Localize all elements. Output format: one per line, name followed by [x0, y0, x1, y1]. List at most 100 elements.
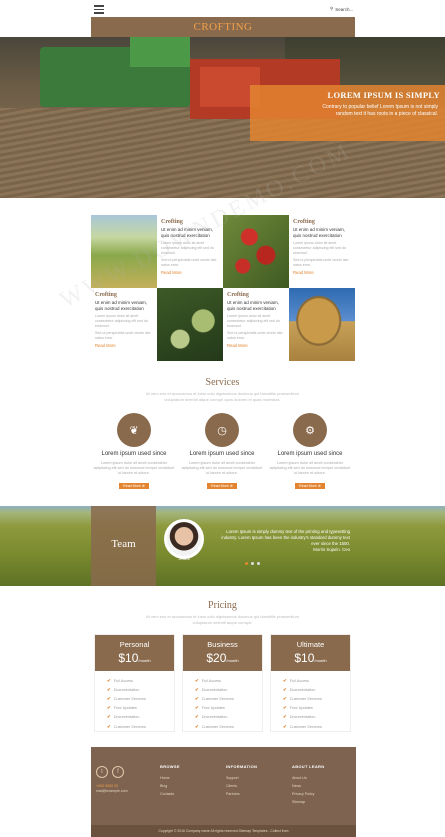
check-icon: ✔ — [283, 723, 287, 729]
search-field[interactable]: ⚲ Search... — [330, 4, 360, 14]
check-icon: ✔ — [195, 705, 199, 711]
feature-item: ✔ Full Access — [107, 677, 133, 683]
pricing-title: Pricing — [208, 600, 237, 611]
feature-item: ✔ Documentation — [107, 714, 140, 720]
quote-author: Morris Sojarin. Ceo — [313, 547, 350, 552]
search-icon: ⚲ — [330, 6, 334, 11]
feature-item: ✔ Customer Services — [107, 695, 146, 701]
grass-field-image — [91, 215, 157, 288]
read-more-link[interactable]: Read More — [227, 343, 289, 348]
footer-column-information: INFORMATION Support Clients Partners — [226, 764, 276, 798]
leaf-icon: ❦ — [117, 413, 151, 447]
check-icon: ✔ — [195, 677, 199, 683]
read-more-button[interactable]: Read More ⊕ — [295, 483, 325, 489]
footer-phone: +000 0000 00 — [96, 784, 119, 788]
service-text: Lorem ipsum dolor sit amet consectetur a… — [93, 461, 175, 475]
quote-text: Lorem Ipsum is simply dummy text of the … — [221, 529, 350, 546]
service-text: Lorem ipsum dolor sit amet consectetur a… — [269, 461, 351, 475]
feature-card: Crofting Ut enim ad minim veniam, quis n… — [289, 215, 355, 288]
brand-logo[interactable]: CROFTING — [91, 17, 355, 37]
carousel-dot[interactable] — [251, 562, 254, 565]
gear-icon: ⚙ — [293, 413, 327, 447]
read-more-link[interactable]: Read More — [293, 270, 355, 275]
feature-body: Sed ut perspiciatis unde omnis iste natu… — [227, 331, 283, 340]
check-icon: ✔ — [107, 695, 111, 701]
plan-price: $10 — [294, 651, 315, 665]
check-icon: ✔ — [107, 723, 111, 729]
feature-item: ✔ Documentation — [283, 686, 316, 692]
facebook-icon[interactable]: f — [112, 766, 124, 778]
check-icon: ✔ — [283, 695, 287, 701]
menu-icon[interactable] — [94, 5, 104, 14]
plan-period: /month — [138, 658, 151, 663]
hero-text: Contrary to popular belief Lorem Ipsum i… — [322, 104, 438, 117]
feature-body: Sed ut perspiciatis unde omnis iste natu… — [161, 258, 217, 267]
feature-item: ✔ Free Updates — [107, 705, 137, 711]
feature-body: Sed ut perspiciatis unde omnis iste natu… — [293, 258, 349, 267]
carousel-dot[interactable] — [245, 562, 248, 565]
plan-period: /month — [226, 658, 239, 663]
avatar — [164, 519, 204, 559]
feature-body: Sed ut perspiciatis unde omnis iste natu… — [95, 331, 151, 340]
feature-item: ✔ Customer Services — [195, 695, 234, 701]
search-placeholder: Search... — [335, 6, 354, 12]
check-icon: ✔ — [283, 677, 287, 683]
clock-icon: ◷ — [205, 413, 239, 447]
feature-item: ✔ Documentation — [283, 714, 316, 720]
feature-item: ✔ Customer Services — [283, 695, 322, 701]
feature-item: ✔ Customer Services — [195, 723, 234, 729]
team-quote: Lorem Ipsum is simply dummy text of the … — [215, 529, 350, 553]
feature-item: ✔ Documentation — [195, 686, 228, 692]
footer-link[interactable]: Privacy Policy — [292, 790, 347, 798]
feature-title: Crofting — [161, 219, 183, 225]
top-bar — [0, 0, 445, 17]
feature-subtitle: Ut enim ad minim veniam, quis nostrud ex… — [161, 227, 214, 238]
feature-item: ✔ Full Access — [283, 677, 309, 683]
feature-body: Lorem ipsum dolor sit amet consectetur a… — [227, 314, 280, 328]
check-icon: ✔ — [195, 686, 199, 692]
feature-item: ✔ Customer Services — [107, 723, 146, 729]
check-icon: ✔ — [195, 723, 199, 729]
footer-link[interactable]: Sitemap — [292, 798, 347, 806]
service-text: Lorem ipsum dolor sit amet consectetur a… — [181, 461, 263, 475]
feature-body: Lorem ipsum dolor sit amet consectetur a… — [95, 314, 148, 328]
footer-link[interactable]: News — [292, 782, 347, 790]
services-subtitle: At vero eos et accusamus et iusto odio d… — [146, 391, 299, 402]
feature-subtitle: Ut enim ad minim veniam, quis nostrud ex… — [293, 227, 346, 238]
feature-item: ✔ Free Updates — [195, 705, 225, 711]
check-icon: ✔ — [195, 695, 199, 701]
pricing-card-personal: Personal $10/month ✔ Full Access ✔ Documen… — [94, 634, 175, 732]
plan-price: $10 — [118, 651, 139, 665]
check-icon: ✔ — [283, 686, 287, 692]
read-more-link[interactable]: Read More — [95, 343, 157, 348]
read-more-link[interactable]: Read More — [161, 270, 223, 275]
read-more-button[interactable]: Read More ⊕ — [119, 483, 149, 489]
footer-link[interactable]: Home — [160, 774, 210, 782]
footer-link[interactable]: Contacts — [160, 790, 210, 798]
pricing-card-business: Business $20/month ✔ Full Access ✔ Documen… — [182, 634, 263, 732]
read-more-button[interactable]: Read More ⊕ — [207, 483, 237, 489]
check-icon: ✔ — [283, 705, 287, 711]
footer-link[interactable]: Partners — [226, 790, 276, 798]
carousel-dots[interactable] — [245, 562, 260, 565]
copyright: Copyright © 2016 Company name All rights… — [91, 825, 356, 837]
footer-link[interactable]: Clients — [226, 782, 276, 790]
plan-period: /month — [314, 658, 327, 663]
carousel-dot[interactable] — [257, 562, 260, 565]
footer-email[interactable]: mail@example.com — [96, 789, 128, 793]
feature-body: Lorem ipsum dolor sit amet consectetur a… — [293, 241, 346, 255]
plan-name: Personal — [119, 640, 150, 649]
footer-link[interactable]: About Us — [292, 774, 347, 782]
pricing-card-ultimate: Ultimate $10/month ✔ Full Access ✔ Documen… — [270, 634, 351, 732]
footer-link[interactable]: Support — [226, 774, 276, 782]
footer-link[interactable]: Blog — [160, 782, 210, 790]
feature-card: Crofting Ut enim ad minim veniam, quis n… — [91, 288, 157, 361]
twitter-icon[interactable]: t — [96, 766, 108, 778]
hay-bale-image — [289, 288, 355, 361]
feature-subtitle: Ut enim ad minim veniam, quis nostrud ex… — [95, 300, 148, 311]
check-icon: ✔ — [107, 705, 111, 711]
strawberries-image — [223, 215, 289, 288]
feature-item: ✔ Free Updates — [283, 705, 313, 711]
footer-column-browse: BROWSE Home Blog Contacts — [160, 764, 210, 798]
feature-item: ✔ Documentation — [195, 714, 228, 720]
